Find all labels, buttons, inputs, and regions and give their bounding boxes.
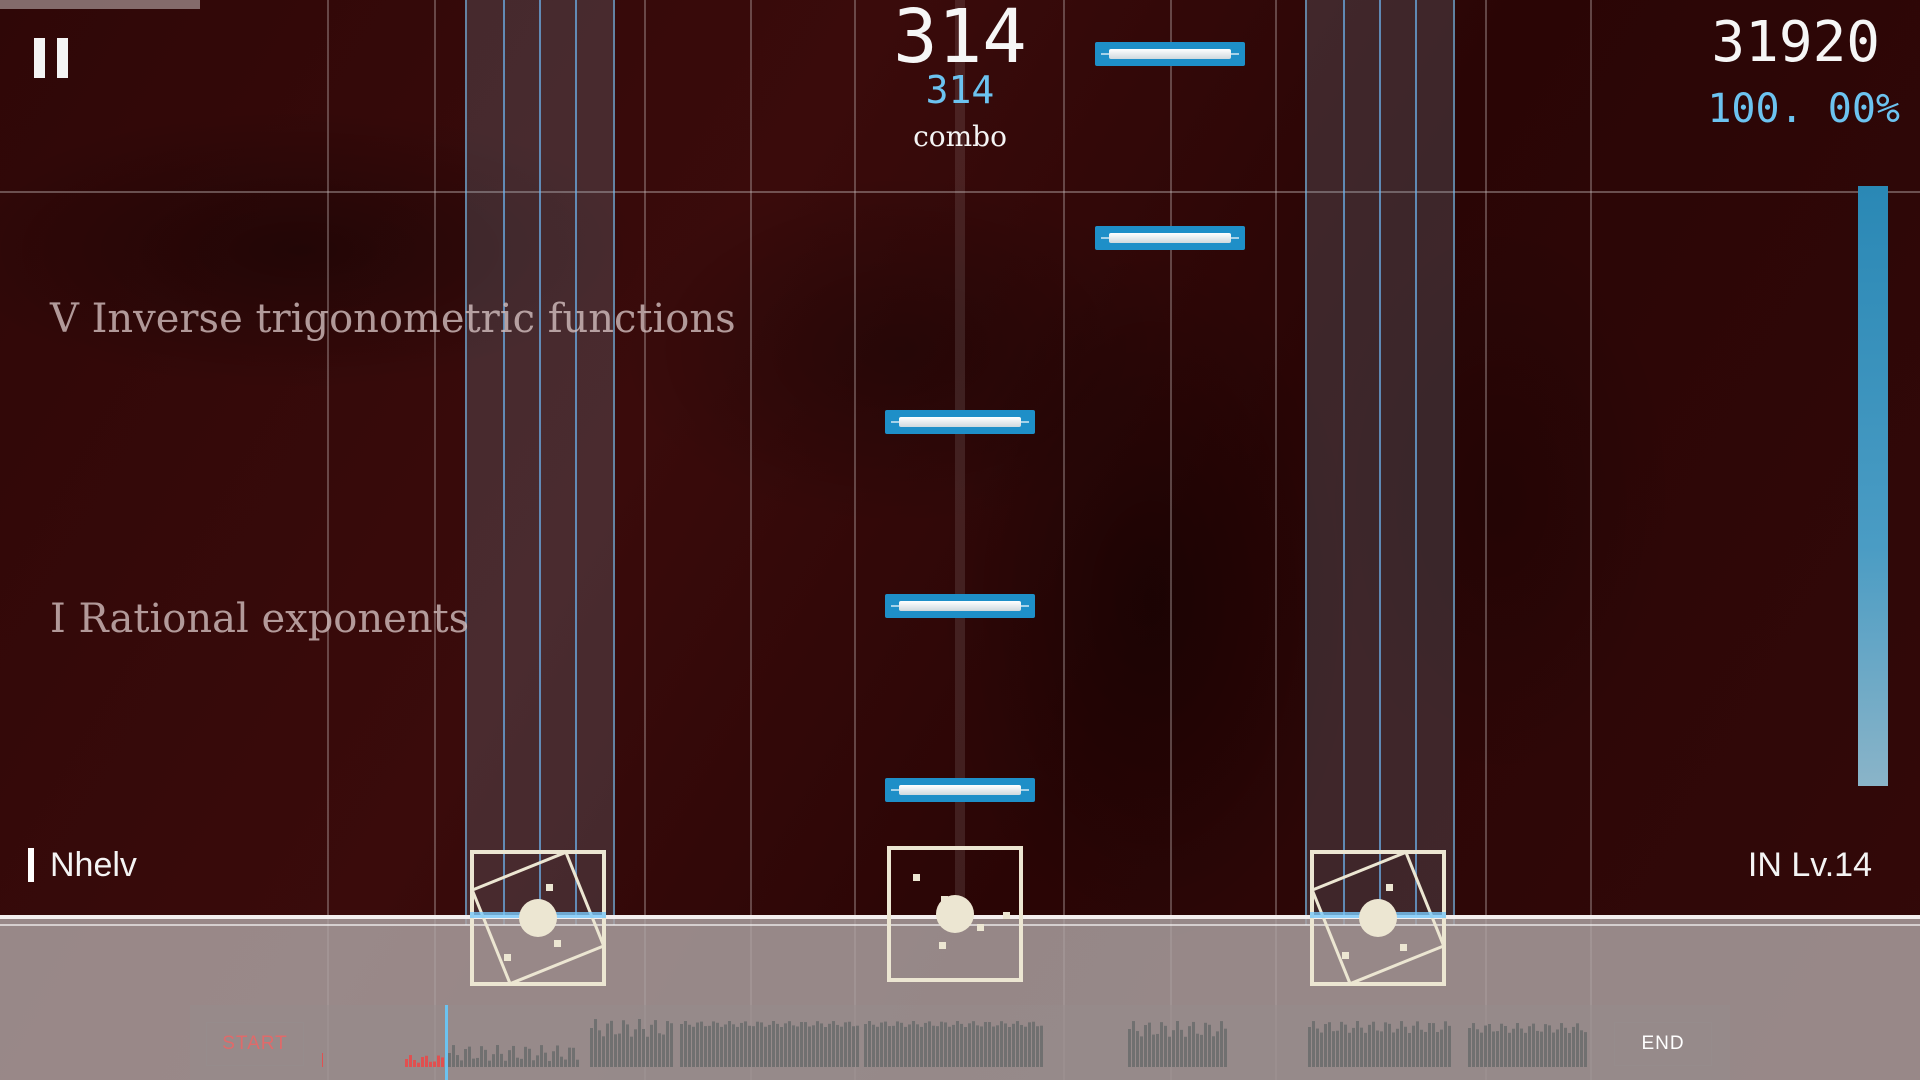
receptor-particle <box>941 896 948 903</box>
song-title: Nhelv <box>50 846 137 884</box>
receptor-particle <box>1386 884 1393 891</box>
game-stage[interactable]: V Inverse trigonometric functions I Rati… <box>0 0 1920 1080</box>
song-progress-bar <box>0 0 200 9</box>
lyric-line-1: V Inverse trigonometric functions <box>50 296 736 342</box>
receptor-particle <box>1400 944 1407 951</box>
receptor-particle <box>939 942 946 949</box>
tap-note <box>1095 42 1245 66</box>
lane-receptor-left[interactable] <box>470 850 606 986</box>
hold-note-right <box>1305 0 1455 925</box>
receptor-particle <box>504 954 511 961</box>
timeline-position-marker[interactable] <box>445 1005 448 1080</box>
score-display: 31920 <box>1711 10 1880 75</box>
timeline-end-button[interactable]: END <box>1614 1022 1712 1066</box>
tap-note <box>885 410 1035 434</box>
progress-gauge-fill <box>1858 186 1888 786</box>
lyric-line-2: I Rational exponents <box>50 596 470 642</box>
lane-receptor-center[interactable] <box>887 846 1023 982</box>
receptor-core <box>1359 899 1397 937</box>
difficulty-level: IN Lv.14 <box>1747 846 1872 884</box>
tap-note <box>885 594 1035 618</box>
progress-gauge <box>1858 186 1888 786</box>
tap-note <box>885 778 1035 802</box>
pause-icon[interactable] <box>34 38 70 78</box>
receptor-particle <box>546 884 553 891</box>
combo-sub-count: 314 <box>925 68 995 112</box>
chart-timeline[interactable] <box>190 1005 1730 1080</box>
timeline-start-button[interactable]: START <box>206 1022 304 1066</box>
tap-note <box>1095 226 1245 250</box>
receptor-particle <box>1342 952 1349 959</box>
receptor-particle <box>977 924 984 931</box>
receptor-particle <box>1003 912 1010 919</box>
receptor-core <box>519 899 557 937</box>
receptor-particle <box>554 940 561 947</box>
accuracy-display: 100. 00% <box>1707 86 1900 132</box>
receptor-particle <box>913 874 920 881</box>
hold-note-left <box>465 0 615 925</box>
song-title-marker <box>28 848 34 882</box>
combo-label: combo <box>913 120 1007 153</box>
lane-receptor-right[interactable] <box>1310 850 1446 986</box>
